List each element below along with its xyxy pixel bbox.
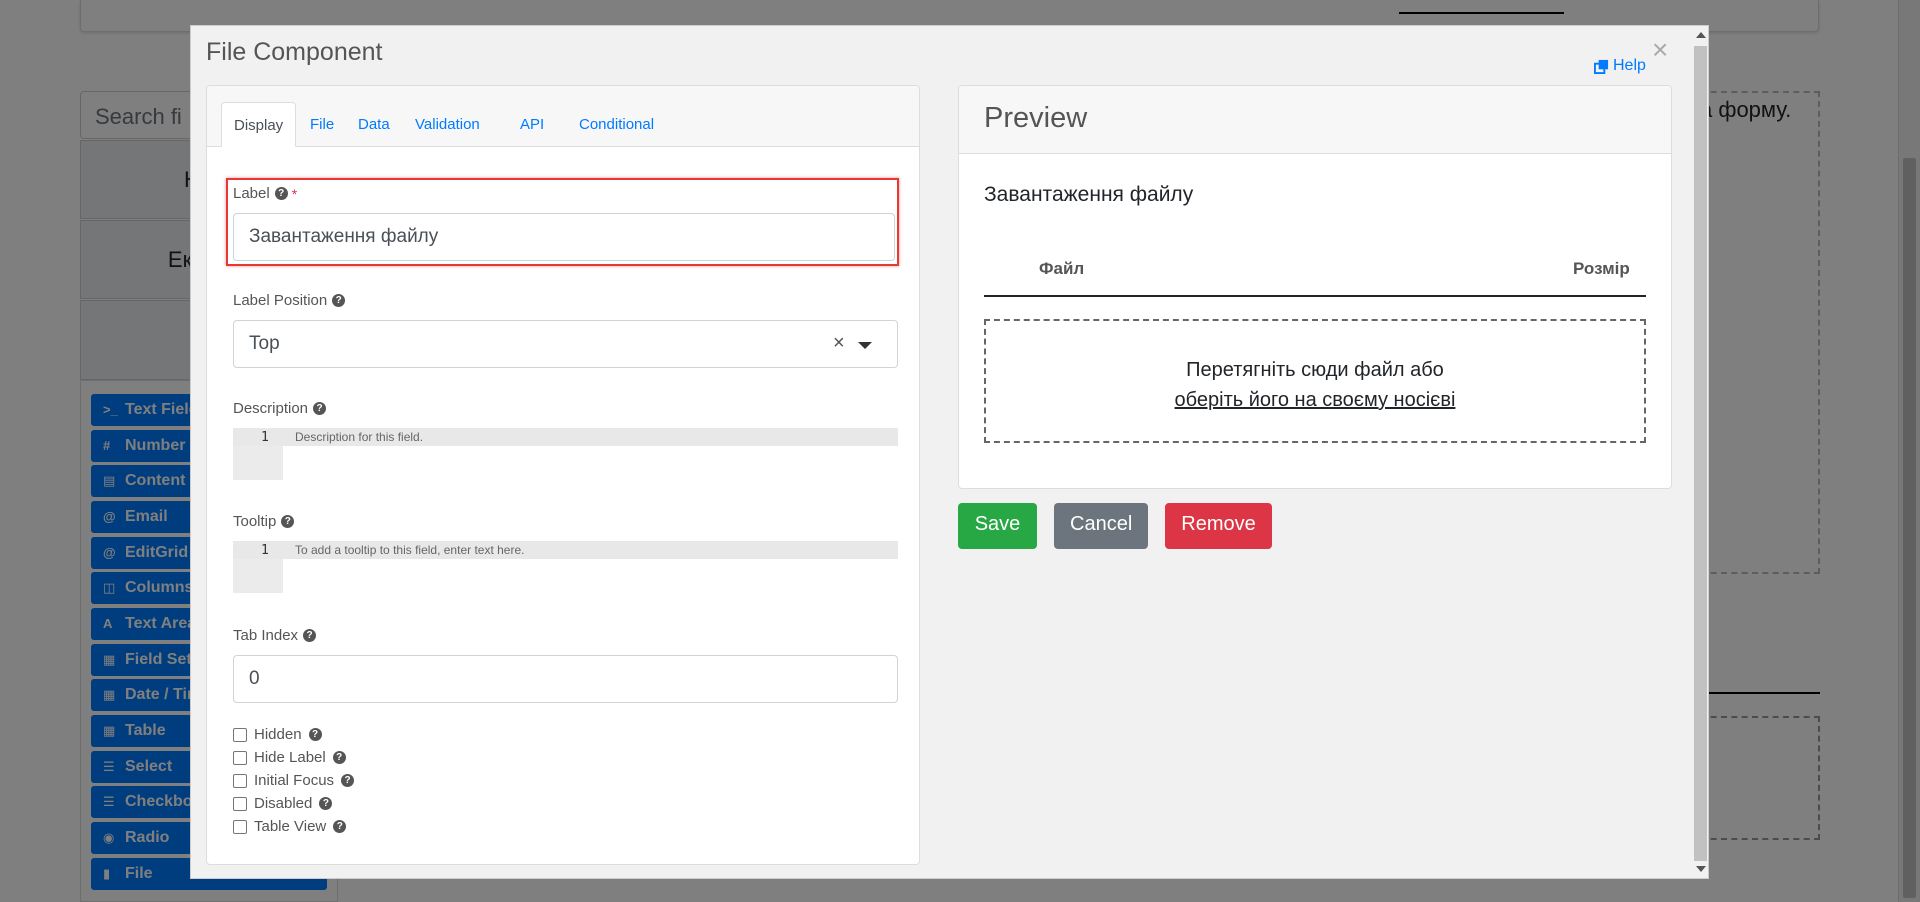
field-label-text: Label Position [233, 292, 328, 309]
field-label-text: Tab Index [233, 627, 299, 644]
question-circle-icon[interactable]: ? [319, 797, 333, 810]
help-link[interactable]: Help [1594, 57, 1646, 75]
question-circle-icon[interactable]: ? [332, 294, 346, 307]
checkbox-label: Hidden [254, 726, 302, 743]
checkbox-label: Disabled [254, 795, 313, 812]
checkbox[interactable] [233, 773, 247, 788]
question-circle-icon[interactable]: ? [313, 402, 327, 415]
table-divider [984, 295, 1646, 297]
question-circle-icon[interactable]: ? [332, 751, 346, 764]
preview-field-label: Завантаження файлу [984, 183, 1194, 206]
column-header-size: Розмір [1573, 259, 1630, 278]
dialog-title: File Component [206, 38, 383, 66]
checkbox-label: Initial Focus [254, 772, 335, 789]
scroll-up-icon[interactable] [1696, 32, 1706, 38]
file-drop-zone[interactable]: Перетягніть сюди файл або оберіть його н… [984, 319, 1646, 443]
checkbox[interactable] [233, 727, 247, 742]
line-number: 1 [261, 430, 269, 445]
file-component-dialog: File Component Help × Display File Data … [190, 25, 1709, 879]
external-link-icon [1594, 59, 1609, 74]
clear-icon[interactable]: × [833, 332, 845, 355]
question-circle-icon[interactable]: ? [281, 515, 295, 528]
question-circle-icon[interactable]: ? [333, 820, 347, 833]
label-position-select[interactable]: Top [233, 320, 898, 368]
checkbox-disabled[interactable]: Disabled? [233, 795, 333, 812]
tooltip-editor[interactable]: 1 To add a tooltip to this field, enter … [233, 541, 898, 593]
description-editor[interactable]: 1 Description for this field. [233, 428, 898, 480]
editor-placeholder: To add a tooltip to this field, enter te… [295, 543, 525, 557]
help-label: Help [1613, 57, 1646, 74]
tab-api[interactable]: API [508, 102, 556, 147]
drop-zone-text: Перетягніть сюди файл або [1186, 359, 1444, 381]
checkbox-initial-focus[interactable]: Initial Focus? [233, 772, 355, 789]
tab-bar: Display File Data Validation API Conditi… [207, 86, 919, 147]
tab-file[interactable]: File [298, 102, 346, 147]
close-icon[interactable]: × [1652, 36, 1668, 64]
field-label-text: Tooltip [233, 513, 277, 530]
checkbox-label: Table View [254, 818, 327, 835]
label-position-label: Label Position ? [233, 292, 346, 309]
tab-conditional[interactable]: Conditional [567, 102, 666, 147]
cancel-button[interactable]: Cancel [1054, 503, 1148, 549]
dialog-scrollbar-thumb[interactable] [1694, 46, 1707, 861]
scroll-down-icon[interactable] [1696, 866, 1706, 872]
editor-placeholder: Description for this field. [295, 430, 424, 444]
tooltip-label: Tooltip ? [233, 513, 295, 530]
edit-panel: Display File Data Validation API Conditi… [206, 85, 920, 865]
question-circle-icon[interactable]: ? [308, 728, 322, 741]
question-circle-icon[interactable]: ? [303, 629, 317, 642]
question-circle-icon[interactable]: ? [274, 187, 288, 200]
tab-validation[interactable]: Validation [403, 102, 492, 147]
save-button[interactable]: Save [958, 503, 1037, 549]
column-header-file: Файл [1039, 259, 1085, 278]
checkbox-label: Hide Label [254, 749, 326, 766]
checkbox[interactable] [233, 796, 247, 811]
dialog-scrollbar[interactable] [1692, 26, 1708, 878]
tab-index-input[interactable]: 0 [233, 655, 898, 703]
checkbox[interactable] [233, 750, 247, 765]
checkbox-hide-label[interactable]: Hide Label? [233, 749, 346, 766]
preview-title: Preview [959, 86, 1671, 154]
tab-data[interactable]: Data [346, 102, 402, 147]
chevron-down-icon[interactable] [858, 342, 872, 349]
remove-button[interactable]: Remove [1165, 503, 1272, 549]
browse-file-link[interactable]: оберіть його на своєму носієві [1175, 389, 1456, 411]
checkbox-table-view[interactable]: Table View? [233, 818, 347, 835]
field-label-text: Description [233, 400, 309, 417]
checkbox[interactable] [233, 819, 247, 834]
field-label-text: Label [233, 185, 270, 202]
description-label: Description ? [233, 400, 327, 417]
tab-display[interactable]: Display [221, 102, 297, 147]
label-field-label: Label ? * [233, 185, 297, 202]
select-value: Top [249, 333, 280, 354]
label-input[interactable]: Завантаження файлу [233, 213, 895, 261]
required-marker: * [291, 185, 298, 202]
line-number: 1 [261, 543, 269, 558]
question-circle-icon[interactable]: ? [341, 774, 355, 787]
preview-panel: Preview Завантаження файлу Файл Розмір П… [958, 85, 1672, 489]
tab-index-label: Tab Index ? [233, 627, 317, 644]
checkbox-hidden[interactable]: Hidden? [233, 726, 322, 743]
